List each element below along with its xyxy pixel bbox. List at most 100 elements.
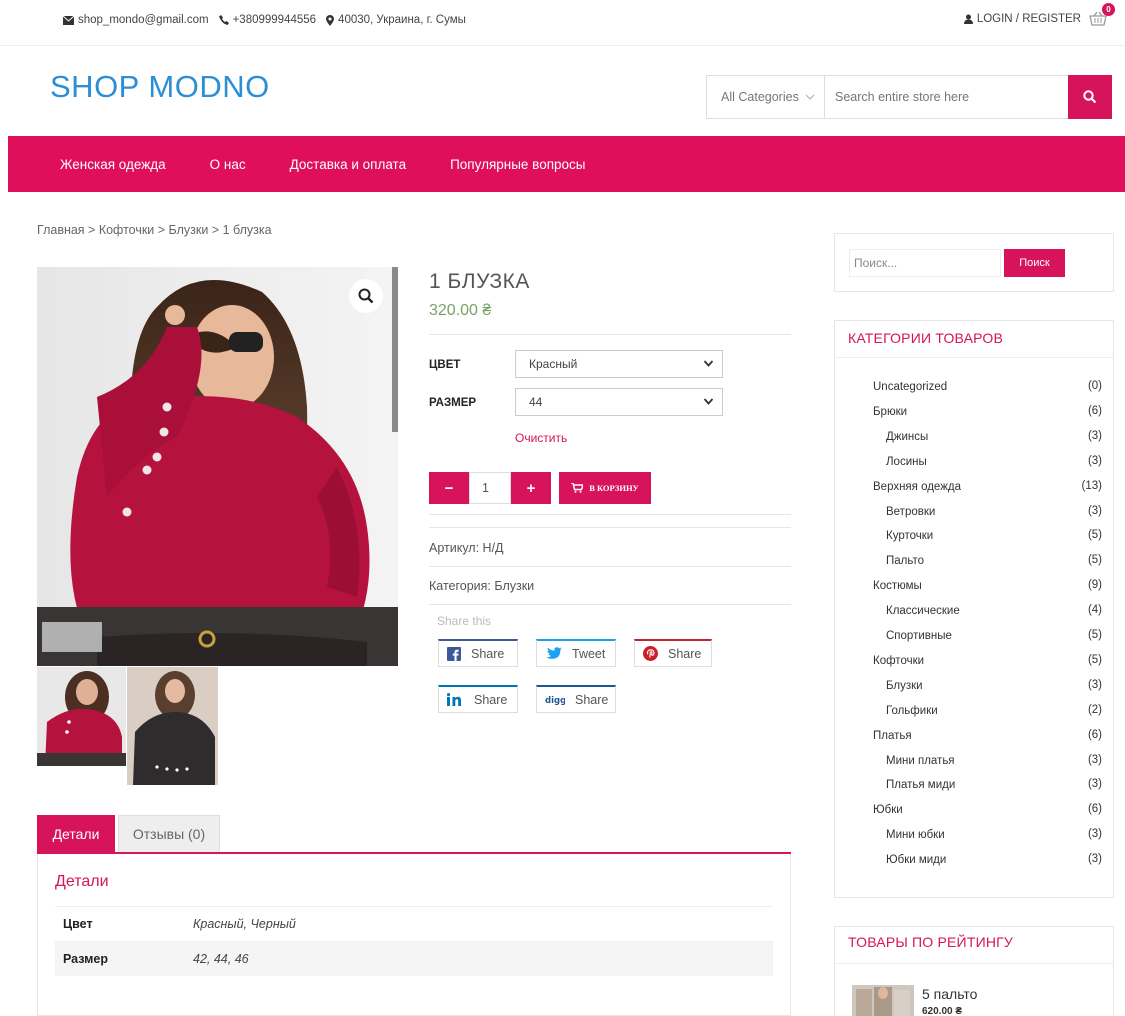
- login-link[interactable]: LOGIN / REGISTER: [963, 13, 1081, 25]
- summary-divider: [429, 334, 791, 335]
- clear-variations-link[interactable]: Очистить: [515, 431, 567, 445]
- size-select[interactable]: 44: [515, 388, 723, 416]
- category-item[interactable]: Мини платья: [886, 751, 955, 771]
- size-select-value: 44: [529, 395, 543, 409]
- category-name: Лосины: [886, 455, 927, 468]
- store-search-input[interactable]: [825, 76, 1068, 118]
- attribute-name: Размер: [63, 952, 109, 966]
- rated-product-image[interactable]: [852, 985, 914, 1016]
- category-item[interactable]: Ветровки: [886, 502, 935, 522]
- category-name: Спортивные: [886, 630, 952, 642]
- pinterest-share-button[interactable]: Share: [634, 639, 712, 667]
- category-item[interactable]: Юбки миди: [886, 850, 946, 870]
- category-item[interactable]: Костюмы: [873, 576, 922, 596]
- category-item[interactable]: Uncategorized: [873, 377, 947, 397]
- digg-share-button[interactable]: digg Share: [536, 685, 616, 713]
- cart-button[interactable]: 0: [1089, 3, 1115, 26]
- attribute-name: Цвет: [63, 917, 93, 931]
- category-count: (0): [1087, 380, 1102, 392]
- category-count: (6): [1087, 404, 1102, 417]
- nav-item-faq[interactable]: Популярные вопросы: [450, 157, 585, 172]
- rated-product-name[interactable]: 5 пальто: [922, 986, 977, 1002]
- product-main-image[interactable]: [37, 267, 398, 666]
- sidebar-search-button[interactable]: Поиск: [1004, 249, 1065, 277]
- color-label: ЦВЕТ: [429, 359, 461, 371]
- search-button[interactable]: [1068, 75, 1112, 119]
- product-price: 320.00 ₴: [429, 302, 492, 319]
- categories-widget-title: КАТЕГОРИИ ТОВАРОВ: [848, 330, 1004, 346]
- category-count: (5): [1087, 629, 1102, 641]
- category-item[interactable]: Юбки: [873, 800, 903, 820]
- attribute-row: Цвет Красный, Черный: [55, 906, 773, 941]
- cart-count-badge: 0: [1102, 3, 1115, 16]
- category-item[interactable]: Брюки: [873, 402, 907, 422]
- share-label: Share this: [437, 614, 492, 628]
- quantity-minus-button[interactable]: −: [429, 472, 469, 504]
- quantity-stepper: − 1 +: [429, 472, 551, 504]
- product-category[interactable]: Категория: Блузки: [429, 579, 534, 593]
- category-item[interactable]: Гольфики: [886, 701, 938, 721]
- product-thumbnail-1[interactable]: [37, 667, 126, 766]
- category-item[interactable]: Лосины: [886, 452, 927, 472]
- product-title: 1 БЛУЗКА: [429, 270, 530, 293]
- linkedin-share-button[interactable]: Share: [438, 685, 518, 713]
- summary-divider: [429, 527, 791, 528]
- nav-item-about[interactable]: О нас: [210, 157, 246, 172]
- summary-divider: [429, 566, 791, 567]
- tab-details[interactable]: Детали: [37, 815, 115, 852]
- facebook-share-button[interactable]: Share: [438, 639, 518, 667]
- contact-address: 40030, Украина, г. Сумы: [338, 14, 466, 26]
- sidebar-search-input[interactable]: Поиск...: [849, 249, 1001, 277]
- category-item[interactable]: Классические: [886, 601, 960, 621]
- category-item[interactable]: Спортивные: [886, 626, 952, 646]
- color-select[interactable]: Красный: [515, 350, 723, 378]
- nav-item-delivery[interactable]: Доставка и оплата: [290, 157, 406, 172]
- category-count: (3): [1087, 504, 1102, 517]
- category-count: (3): [1087, 753, 1102, 766]
- category-item[interactable]: Пальто: [886, 551, 924, 571]
- rated-product-price: 620.00 ₴: [922, 1006, 963, 1016]
- category-select-value: All Categories: [721, 90, 799, 104]
- add-to-cart-button[interactable]: В КОРЗИНУ: [559, 472, 651, 504]
- category-item[interactable]: Курточки: [886, 526, 933, 546]
- magnifier-icon: [358, 288, 374, 304]
- category-name: Uncategorized: [873, 381, 948, 393]
- contact-email[interactable]: shop_mondo@gmail.com: [78, 14, 209, 26]
- chevron-down-icon: [703, 360, 714, 367]
- category-count: (5): [1087, 529, 1102, 542]
- tab-reviews[interactable]: Отзывы (0): [118, 815, 220, 852]
- pinterest-share-label: Share: [668, 646, 702, 661]
- category-count: (3): [1087, 678, 1102, 691]
- category-item[interactable]: Блузки: [886, 676, 923, 696]
- quantity-input[interactable]: 1: [469, 472, 511, 504]
- cart-icon: [571, 483, 584, 493]
- nav-item-womens-clothing[interactable]: Женская одежда: [60, 157, 166, 172]
- category-name: Пальто: [886, 555, 924, 568]
- category-count: (3): [1087, 778, 1102, 791]
- product-thumbnail-2[interactable]: [127, 667, 218, 785]
- site-logo[interactable]: SHOP MODNO: [50, 69, 270, 105]
- breadcrumb[interactable]: Главная > Кофточки > Блузки > 1 блузка: [37, 223, 272, 237]
- twitter-share-button[interactable]: Tweet: [536, 639, 616, 667]
- quantity-plus-button[interactable]: +: [511, 472, 551, 504]
- category-item[interactable]: Платья миди: [886, 775, 955, 795]
- contact-phone[interactable]: +380999944556: [233, 14, 316, 26]
- category-name: Мини платья: [886, 754, 955, 767]
- add-to-cart-label: В КОРЗИНУ: [589, 483, 639, 493]
- category-item[interactable]: Кофточки: [873, 651, 924, 671]
- category-name: Платья: [873, 729, 912, 742]
- category-select[interactable]: All Categories: [707, 76, 825, 118]
- category-name: Брюки: [873, 405, 908, 418]
- attribute-value: Красный, Черный: [193, 917, 296, 931]
- category-item[interactable]: Мини юбки: [886, 825, 945, 845]
- contact-info: shop_mondo@gmail.com +380999944556 40030…: [63, 14, 466, 26]
- zoom-button[interactable]: [349, 279, 383, 313]
- category-count: (3): [1087, 853, 1102, 866]
- product-sku: Артикул: Н/Д: [429, 541, 504, 555]
- envelope-icon: [63, 15, 74, 25]
- category-item[interactable]: Платья: [873, 726, 912, 746]
- category-item[interactable]: Верхняя одежда: [873, 477, 961, 497]
- category-item[interactable]: Джинсы: [886, 427, 928, 447]
- digg-share-label: Share: [575, 692, 609, 707]
- category-name: Кофточки: [873, 654, 925, 667]
